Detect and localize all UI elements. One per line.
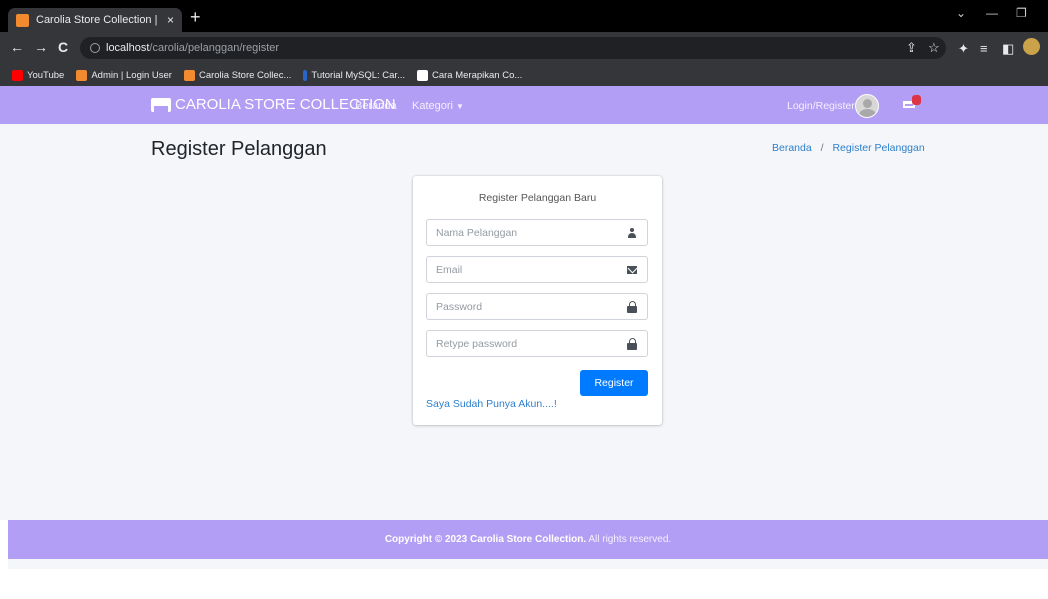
page-title: Register Pelanggan	[151, 138, 327, 160]
share-icon[interactable]: ⇪	[906, 40, 917, 56]
bookmark-item[interactable]: Carolia Store Collec...	[183, 69, 292, 81]
lock-icon	[627, 338, 637, 350]
email-field[interactable]	[426, 256, 648, 283]
register-button[interactable]: Register	[580, 370, 648, 396]
url-host: localhost	[106, 42, 150, 54]
register-card-title: Register Pelanggan Baru	[478, 192, 597, 204]
site-favicon-icon	[16, 13, 29, 27]
retype-password-field[interactable]	[426, 330, 648, 357]
restore-button[interactable]: ❐	[1016, 6, 1027, 20]
bookmark-item[interactable]: Tutorial MySQL: Car...	[303, 69, 405, 81]
already-have-account-link[interactable]: Saya Sudah Punya Akun....!	[426, 398, 557, 410]
breadcrumb-current[interactable]: Register Pelanggan	[832, 142, 924, 154]
site-footer: Copyright © 2023 Carolia Store Collectio…	[8, 520, 1048, 559]
arrow-favicon-icon	[417, 69, 428, 81]
reading-list-icon[interactable]: ≡	[980, 41, 988, 56]
minimize-button[interactable]: —	[986, 6, 998, 20]
bookmark-label: Admin | Login User	[91, 69, 172, 81]
bookmark-item[interactable]: YouTube	[12, 69, 65, 81]
browser-tab-bar: Carolia Store Collection | Registe × + ⌄…	[0, 0, 1048, 32]
bookmark-item[interactable]: Cara Merapikan Co...	[417, 69, 523, 81]
store-icon	[151, 97, 171, 112]
admin-favicon-icon	[76, 69, 88, 81]
profile-avatar-icon[interactable]	[1023, 38, 1040, 55]
footer-rights: All rights reserved.	[586, 534, 672, 545]
user-avatar[interactable]	[855, 94, 879, 118]
nama-pelanggan-input[interactable]	[427, 220, 617, 245]
footer-copyright: Copyright © 2023 Carolia Store Collectio…	[384, 534, 587, 545]
breadcrumb-home-link[interactable]: Beranda	[772, 142, 812, 154]
caret-down-icon: ▼	[455, 102, 464, 111]
register-card: Register Pelanggan Baru Register Saya Su…	[413, 176, 662, 425]
tab-title: Carolia Store Collection | Registe	[36, 14, 161, 26]
close-tab-icon[interactable]: ×	[167, 13, 174, 27]
browser-tab[interactable]: Carolia Store Collection | Registe ×	[8, 8, 182, 32]
bookmark-label: Cara Merapikan Co...	[432, 69, 523, 81]
bookmark-star-icon[interactable]: ☆	[928, 40, 940, 56]
bookmark-item[interactable]: Admin | Login User	[76, 69, 172, 81]
cart-count-badge	[912, 95, 921, 105]
site-navbar: CAROLIA STORE COLLECTION Beranda Kategor…	[0, 86, 1048, 124]
store-favicon-icon	[183, 69, 195, 81]
nav-link-label: Kategori	[412, 100, 453, 112]
bookmark-label: YouTube	[27, 69, 65, 81]
site-info-icon[interactable]	[90, 43, 100, 53]
new-tab-button[interactable]: +	[190, 7, 201, 28]
side-panel-icon[interactable]: ◧	[1002, 41, 1014, 57]
password-field[interactable]	[426, 293, 648, 320]
nav-link-kategori[interactable]: Kategori ▼	[412, 100, 464, 112]
footer-shadow	[8, 559, 1048, 569]
nama-pelanggan-field[interactable]	[426, 219, 648, 246]
url-path: /carolia/pelanggan/register	[149, 42, 280, 54]
bookmarks-bar: YouTube Admin | Login User Carolia Store…	[0, 64, 1048, 86]
password-input[interactable]	[427, 294, 617, 319]
envelope-icon	[627, 266, 637, 274]
tutorial-favicon-icon	[303, 69, 308, 81]
breadcrumb: Beranda / Register Pelanggan	[772, 142, 925, 154]
breadcrumb-separator: /	[820, 142, 824, 154]
lock-icon	[627, 301, 637, 313]
back-button[interactable]: ←	[10, 39, 24, 55]
nav-link-beranda[interactable]: Beranda	[355, 100, 397, 112]
address-bar[interactable]: localhost /carolia/pelanggan/register	[80, 37, 946, 59]
email-input[interactable]	[427, 257, 617, 282]
main-content: Register Pelanggan Beranda / Register Pe…	[0, 124, 1048, 520]
user-icon	[627, 228, 637, 238]
bookmark-label: Tutorial MySQL: Car...	[311, 69, 405, 81]
youtube-icon	[12, 69, 23, 81]
reload-button[interactable]: C	[58, 39, 68, 55]
bookmark-label: Carolia Store Collec...	[198, 69, 292, 81]
login-register-link[interactable]: Login/Register	[787, 100, 855, 112]
forward-button[interactable]: →	[34, 39, 48, 55]
browser-toolbar: ← → C localhost /carolia/pelanggan/regis…	[0, 32, 1048, 64]
extensions-puzzle-icon[interactable]: ✦	[958, 41, 969, 57]
tab-search-icon[interactable]: ⌄	[956, 6, 966, 20]
retype-password-input[interactable]	[427, 331, 617, 356]
